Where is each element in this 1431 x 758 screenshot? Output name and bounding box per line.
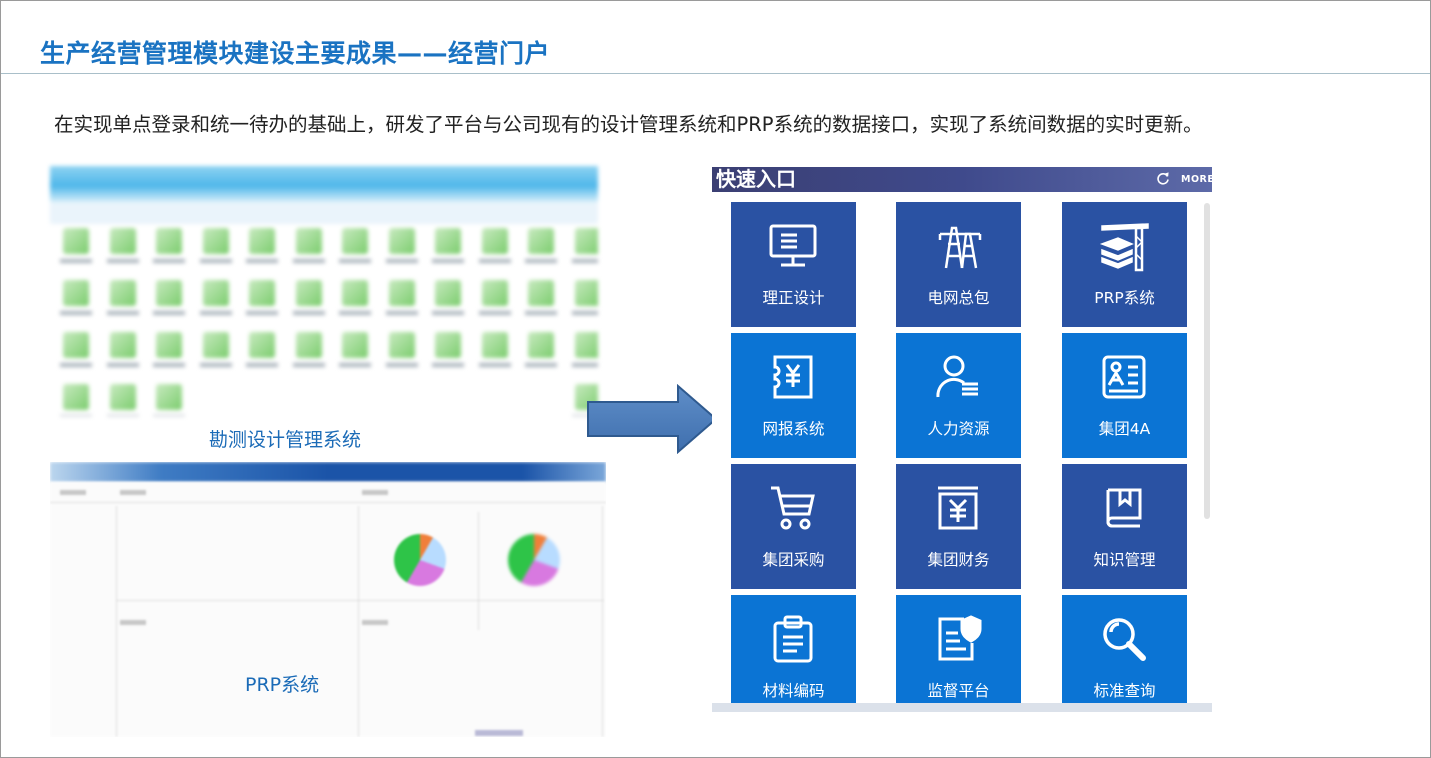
right-arrow-icon: [587, 384, 718, 454]
survey-system-caption: 勘测设计管理系统: [209, 429, 362, 451]
quick-entry-tile[interactable]: 集团采购: [731, 464, 856, 589]
prp-system-caption: PRP系统: [245, 674, 320, 696]
tile-label: 网报系统: [762, 420, 825, 438]
panel-scrollbar[interactable]: [1204, 203, 1210, 519]
tile-label: 集团财务: [927, 551, 990, 569]
quick-entry-tile[interactable]: 电网总包: [896, 202, 1021, 327]
tile-label: PRP系统: [1094, 289, 1155, 307]
tile-label: 材料编码: [762, 682, 825, 700]
title-divider: [1, 73, 1430, 74]
tile-label: 集团采购: [762, 551, 825, 569]
tile-label: 知识管理: [1093, 551, 1156, 569]
more-link[interactable]: MORE: [1181, 174, 1212, 185]
page-description: 在实现单点登录和统一待办的基础上，研发了平台与公司现有的设计管理系统和PRP系统…: [54, 113, 1203, 136]
quick-entry-tile[interactable]: 监督平台: [896, 595, 1021, 712]
quick-entry-tile[interactable]: 理正设计: [731, 202, 856, 327]
quick-entry-tile[interactable]: PRP系统: [1062, 202, 1187, 327]
page-title: 生产经营管理模块建设主要成果——经营门户: [40, 39, 551, 68]
prp-system-screenshot: [50, 462, 606, 737]
tile-label: 人力资源: [927, 420, 990, 438]
tile-label: 集团4A: [1098, 420, 1151, 438]
tile-label: 标准查询: [1093, 682, 1156, 700]
tile-label: 监督平台: [927, 682, 990, 700]
survey-system-screenshot: [50, 166, 598, 416]
quick-entry-tile[interactable]: 集团财务: [896, 464, 1021, 589]
quick-entry-tile[interactable]: 集团4A: [1062, 333, 1187, 458]
quick-entry-tile[interactable]: 材料编码: [731, 595, 856, 712]
quick-entry-tile[interactable]: 人力资源: [896, 333, 1021, 458]
quick-entry-tile[interactable]: 网报系统: [731, 333, 856, 458]
refresh-icon[interactable]: [1156, 171, 1170, 185]
panel-title: 快速入口: [716, 167, 796, 191]
quick-entry-panel: 快速入口 MORE 理正设计 电网总包 PRP系统网报系统 人力资源 集团4A 集团采购 集…: [712, 167, 1212, 712]
tile-label: 理正设计: [762, 289, 825, 307]
quick-entry-tile[interactable]: 知识管理: [1062, 464, 1187, 589]
quick-entry-tile[interactable]: 标准查询: [1062, 595, 1187, 712]
panel-header: 快速入口 MORE: [712, 167, 1212, 192]
panel-bottom-strip: [712, 703, 1212, 712]
tile-label: 电网总包: [927, 289, 990, 307]
